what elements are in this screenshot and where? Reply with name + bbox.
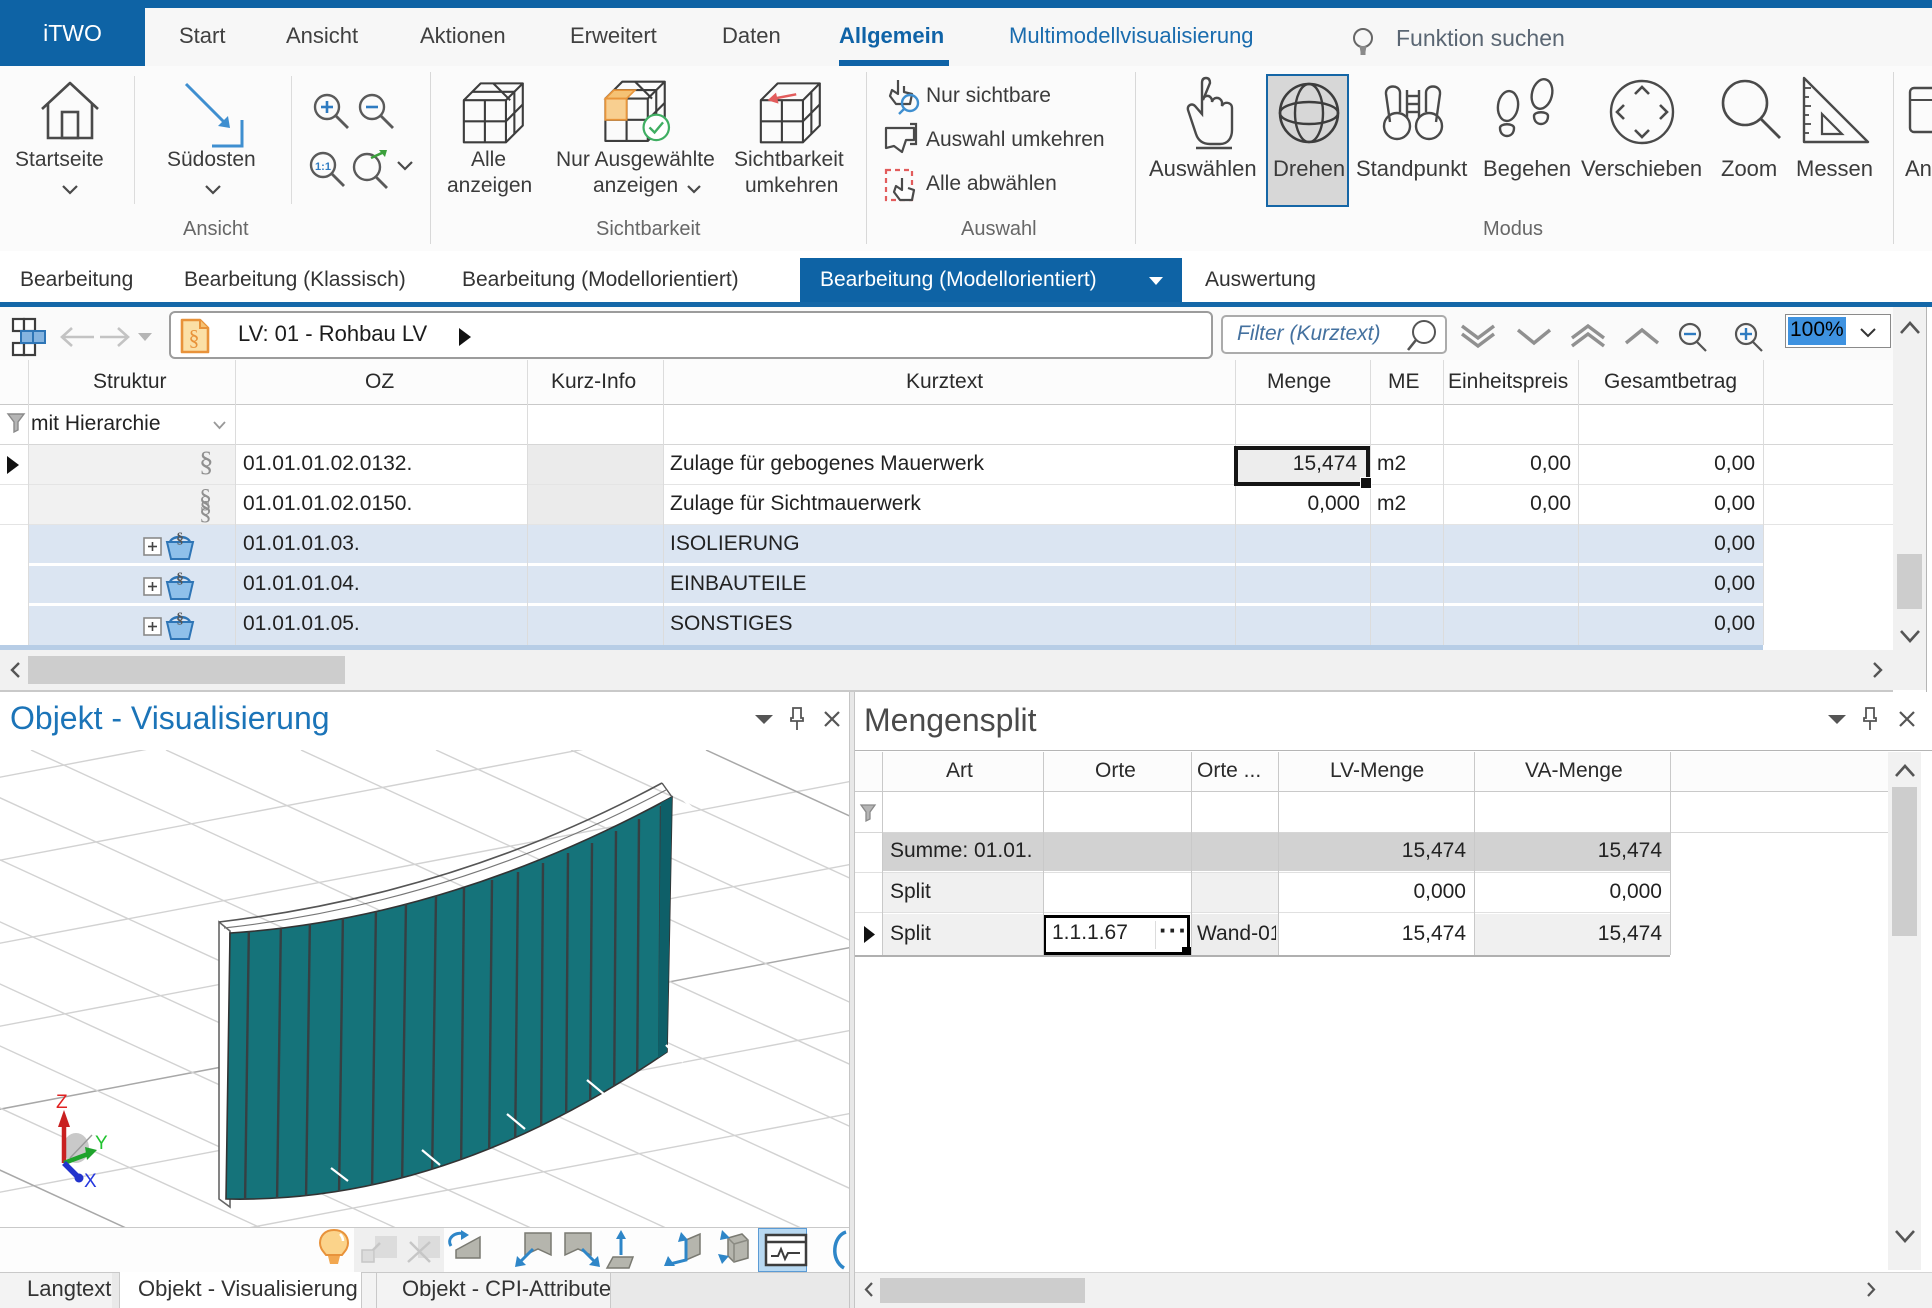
svg-text:1:1: 1:1	[315, 161, 331, 173]
svg-text:§: §	[176, 611, 184, 627]
svg-text:§: §	[189, 325, 200, 350]
svg-text:§: §	[176, 531, 184, 547]
svg-text:X: X	[84, 1171, 97, 1192]
svg-text:Y: Y	[95, 1133, 108, 1154]
svg-text:Z: Z	[56, 1092, 68, 1113]
svg-text:§: §	[176, 571, 184, 587]
